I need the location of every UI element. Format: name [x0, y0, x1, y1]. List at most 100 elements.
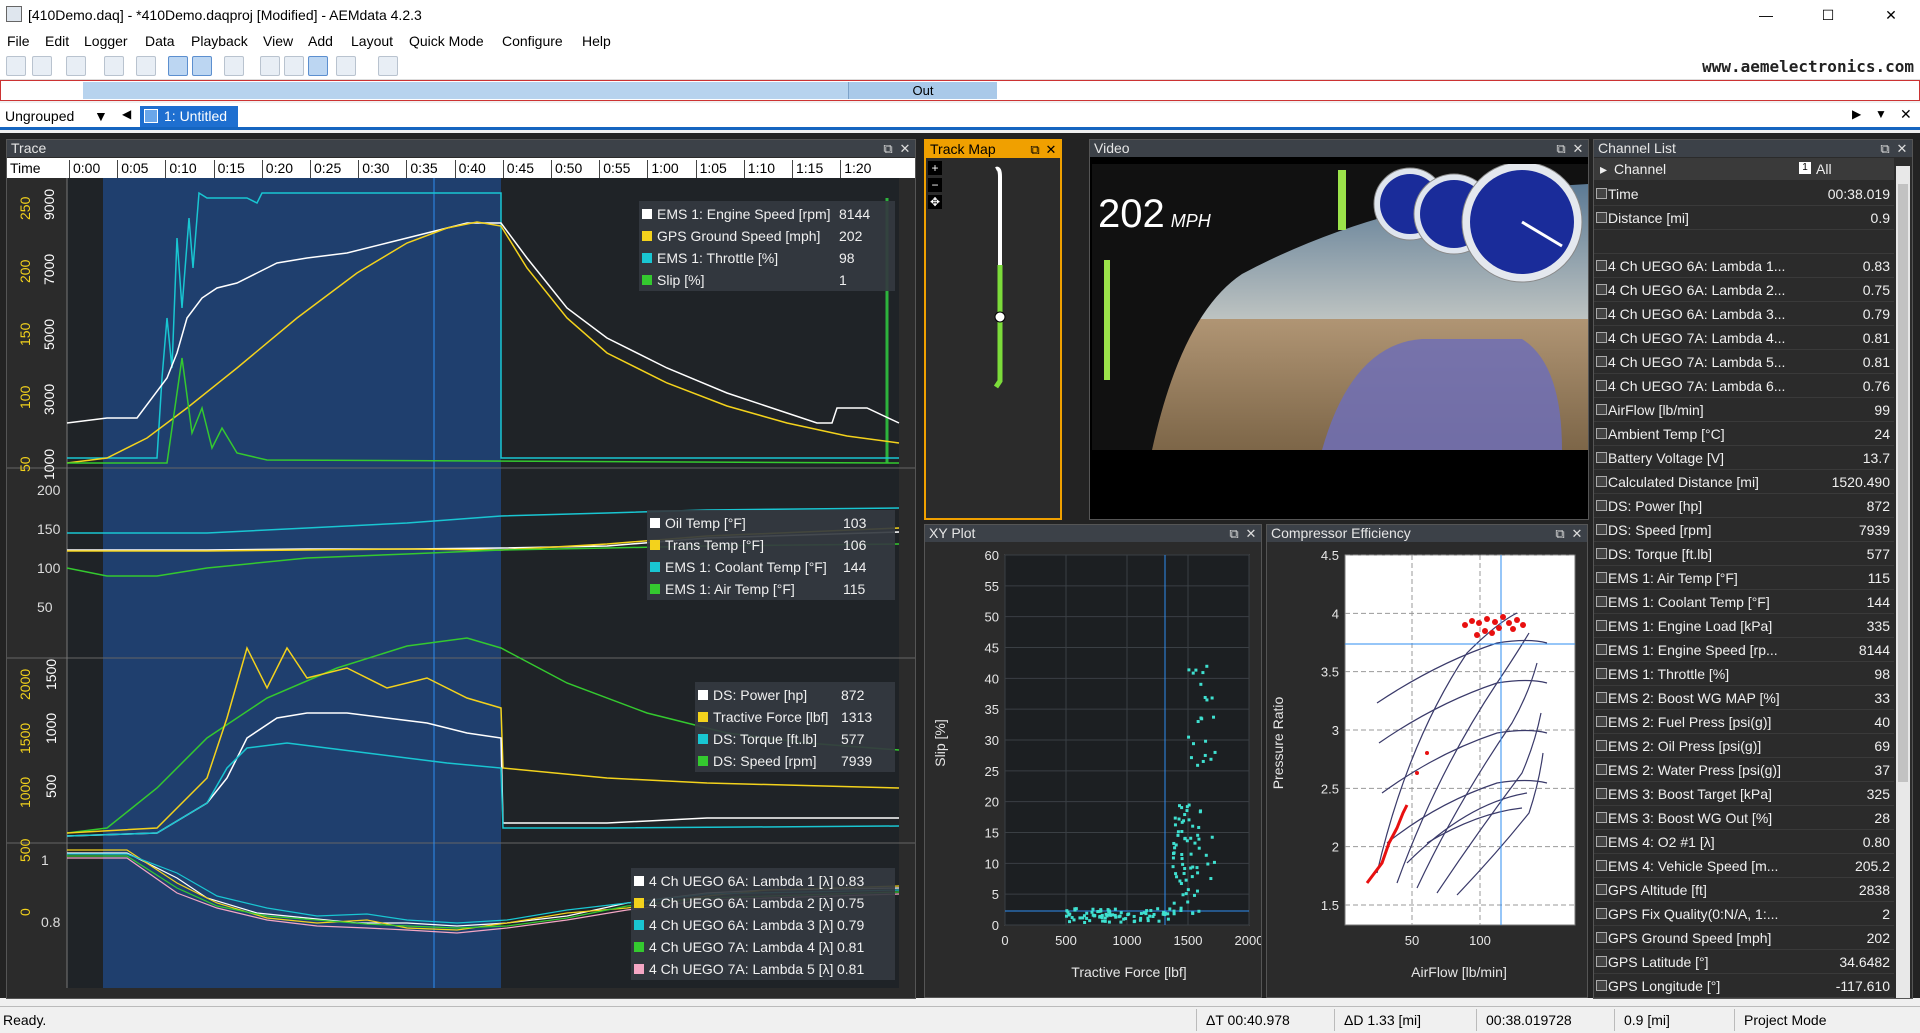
channel-row[interactable]: Calculated Distance [mi] 1520.490 [1594, 470, 1894, 494]
legend-entry[interactable]: EMS 1: Coolant Temp [°F] 144 [647, 556, 895, 578]
legend-entry[interactable]: 4 Ch UEGO 6A: Lambda 1 [λ] 0.83 [631, 870, 895, 892]
minimize-button[interactable]: — [1743, 0, 1789, 30]
undock-icon[interactable]: ⧉ [1227, 525, 1241, 542]
close-panel-icon[interactable]: ✕ [1895, 140, 1909, 157]
menu-logger[interactable]: Logger [84, 33, 128, 49]
channel-row[interactable]: 4 Ch UEGO 7A: Lambda 6... 0.76 [1594, 374, 1894, 398]
legend-entry[interactable]: EMS 1: Throttle [%] 98 [639, 247, 895, 269]
tab-list-icon[interactable]: ▼ [1875, 107, 1887, 121]
menu-add[interactable]: Add [308, 33, 333, 49]
undock-icon[interactable]: ⧉ [1554, 140, 1568, 157]
new-project-icon[interactable] [6, 56, 26, 76]
channel-row[interactable]: DS: Speed [rpm] 7939 [1594, 518, 1894, 542]
group-select[interactable]: Ungrouped ▼ [2, 106, 112, 126]
channel-row[interactable]: EMS 1: Coolant Temp [°F] 144 [1594, 590, 1894, 614]
legend-entry[interactable]: EMS 1: Engine Speed [rpm] 8144 [639, 203, 895, 225]
channel-row[interactable]: EMS 2: Boost WG MAP [%] 33 [1594, 686, 1894, 710]
channel-row[interactable]: GPS Longitude [°] -117.610 [1594, 974, 1894, 998]
channel-row[interactable]: 4 Ch UEGO 7A: Lambda 5... 0.81 [1594, 350, 1894, 374]
chart-toggle-icon[interactable] [192, 56, 212, 76]
compressor-chart[interactable]: 4.5 4 3.5 3 2.5 2 1.5 50 100 Pressure Ratio AirF… [1267, 543, 1587, 997]
menu-quick-mode[interactable]: Quick Mode [409, 33, 484, 49]
channel-row[interactable]: DS: Power [hp] 872 [1594, 494, 1894, 518]
menu-edit[interactable]: Edit [45, 33, 69, 49]
legend-entry[interactable]: 4 Ch UEGO 7A: Lambda 5 [λ] 0.81 [631, 958, 895, 980]
col-channel[interactable]: Channel [1614, 158, 1666, 180]
legend-entry[interactable]: DS: Power [hp] 872 [695, 684, 895, 706]
channel-row[interactable] [1594, 230, 1894, 254]
channel-row[interactable]: Ambient Temp [°C] 24 [1594, 422, 1894, 446]
menu-configure[interactable]: Configure [502, 33, 563, 49]
open-project-icon[interactable] [32, 56, 52, 76]
legend-entry[interactable]: Slip [%] 1 [639, 269, 895, 291]
legend-entry[interactable]: Oil Temp [°F] 103 [647, 512, 895, 534]
zoom-fit-icon[interactable] [168, 56, 188, 76]
undock-icon[interactable]: ⧉ [881, 140, 895, 157]
time-axis[interactable]: Time 0:00 0:05 0:10 0:15 0:20 0:25 0:30 0:35 0:4… [7, 158, 915, 178]
channel-row[interactable]: GPS Fix Quality(0:N/A, 1:... 2 [1594, 902, 1894, 926]
menu-help[interactable]: Help [582, 33, 611, 49]
channel-row[interactable]: 4 Ch UEGO 7A: Lambda 4... 0.81 [1594, 326, 1894, 350]
rewind-icon[interactable] [284, 56, 304, 76]
menu-playback[interactable]: Playback [191, 33, 248, 49]
close-panel-icon[interactable]: ✕ [898, 140, 912, 157]
channel-row[interactable]: EMS 2: Water Press [psi(g)] 37 [1594, 758, 1894, 782]
collapse-icon[interactable]: ▸ [1600, 158, 1607, 180]
channel-row[interactable]: EMS 4: Vehicle Speed [m... 205.2 [1594, 854, 1894, 878]
timeline-out-marker[interactable]: Out [848, 82, 997, 99]
xy-plot-chart[interactable]: 6055504540353025201510500 500 1000 1500 2000… [925, 543, 1261, 997]
channel-row[interactable]: 4 Ch UEGO 6A: Lambda 3... 0.79 [1594, 302, 1894, 326]
menu-view[interactable]: View [263, 33, 293, 49]
channel-row[interactable]: GPS Latitude [°] 34.6482 [1594, 950, 1894, 974]
filter-icon[interactable]: 1 [1799, 162, 1811, 174]
legend-entry[interactable]: Trans Temp [°F] 106 [647, 534, 895, 556]
undock-icon[interactable]: ⧉ [1028, 141, 1042, 158]
channel-list[interactable]: Time 00:38.019 Distance [mi] 0.9 4 Ch UEGO 6… [1594, 182, 1894, 998]
undock-icon[interactable]: ⧉ [1878, 140, 1892, 157]
close-panel-icon[interactable]: ✕ [1044, 141, 1058, 158]
zoom-in-button[interactable]: + [928, 161, 942, 175]
open-log-icon[interactable] [66, 56, 86, 76]
close-panel-icon[interactable]: ✕ [1571, 140, 1585, 157]
legend-entry[interactable]: DS: Torque [ft.lb] 577 [695, 728, 895, 750]
channel-row[interactable]: 4 Ch UEGO 6A: Lambda 1... 0.83 [1594, 254, 1894, 278]
channel-row[interactable]: 4 Ch UEGO 6A: Lambda 2... 0.75 [1594, 278, 1894, 302]
search-icon[interactable] [224, 56, 244, 76]
menu-layout[interactable]: Layout [351, 33, 393, 49]
loop-icon[interactable] [308, 56, 328, 76]
layout-icon[interactable] [336, 56, 356, 76]
legend-entry[interactable]: DS: Speed [rpm] 7939 [695, 750, 895, 772]
legend-entry[interactable]: GPS Ground Speed [mph] 202 [639, 225, 895, 247]
channel-row[interactable]: EMS 3: Boost WG Out [%] 28 [1594, 806, 1894, 830]
channel-row[interactable]: Distance [mi] 0.9 [1594, 206, 1894, 230]
tab-scroll-right-icon[interactable]: ▶ [1852, 107, 1861, 121]
scrollbar-thumb[interactable] [1898, 184, 1908, 782]
channel-row[interactable]: EMS 1: Throttle [%] 98 [1594, 662, 1894, 686]
menu-data[interactable]: Data [145, 33, 175, 49]
tab-untitled[interactable]: 1: Untitled [140, 106, 238, 127]
undock-icon[interactable]: ⧉ [1553, 525, 1567, 542]
tab-scroll-left-icon[interactable]: ◀ [122, 107, 131, 121]
channel-row[interactable]: EMS 4: O2 #1 [λ] 0.80 [1594, 830, 1894, 854]
zoom-out-button[interactable]: − [928, 178, 942, 192]
legend-entry[interactable]: 4 Ch UEGO 6A: Lambda 2 [λ] 0.75 [631, 892, 895, 914]
channel-row[interactable]: EMS 3: Boost Target [kPa] 325 [1594, 782, 1894, 806]
channel-row[interactable]: GPS Altitude [ft] 2838 [1594, 878, 1894, 902]
track-map-path[interactable] [986, 165, 1010, 395]
window-icon[interactable] [378, 56, 398, 76]
channel-list-scrollbar[interactable] [1896, 166, 1910, 998]
legend-entry[interactable]: EMS 1: Air Temp [°F] 115 [647, 578, 895, 600]
channel-row[interactable]: EMS 1: Air Temp [°F] 115 [1594, 566, 1894, 590]
close-panel-icon[interactable]: ✕ [1244, 525, 1258, 542]
channel-row[interactable]: GPS Ground Speed [mph] 202 [1594, 926, 1894, 950]
pan-button[interactable]: ✥ [928, 195, 942, 209]
close-window-button[interactable]: ✕ [1868, 0, 1914, 30]
menu-file[interactable]: File [7, 33, 30, 49]
close-tab-icon[interactable]: ✕ [1900, 106, 1912, 123]
maximize-button[interactable]: ☐ [1805, 0, 1851, 30]
website-link[interactable]: www.aemelectronics.com [1702, 57, 1914, 76]
channel-row[interactable]: EMS 1: Engine Speed [rp... 8144 [1594, 638, 1894, 662]
channel-row[interactable]: Time 00:38.019 [1594, 182, 1894, 206]
channel-row[interactable]: Battery Voltage [V] 13.7 [1594, 446, 1894, 470]
legend-entry[interactable]: Tractive Force [lbf] 1313 [695, 706, 895, 728]
